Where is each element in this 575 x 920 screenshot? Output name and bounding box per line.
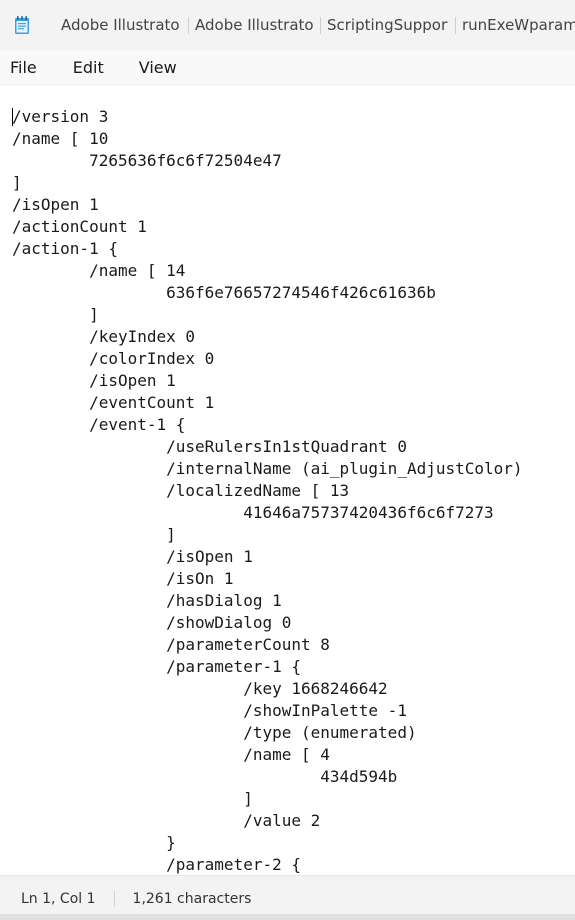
tab-bar: Adobe Illustrator Adobe Illustrator Scri…: [0, 0, 575, 50]
menu-edit[interactable]: Edit: [73, 54, 104, 81]
character-count: 1,261 characters: [132, 890, 252, 907]
menu-bar: File Edit View: [0, 50, 575, 85]
text-caret: [12, 108, 13, 126]
editor-content[interactable]: /version 3 /name [ 10 7265636f6c6f72504e…: [12, 106, 523, 875]
tab-label: runExeWparameters: [462, 16, 575, 34]
notepad-window: Adobe Illustrator Adobe Illustrator Scri…: [0, 0, 575, 920]
tab-label: ScriptingSupport.aip: [327, 16, 448, 34]
window-bottom-edge: [0, 914, 575, 920]
tab-scripting-support[interactable]: ScriptingSupport.aip: [327, 0, 462, 50]
tab-label: Adobe Illustrator: [195, 16, 313, 34]
tab-label: Adobe Illustrator: [61, 16, 181, 34]
cursor-position: Ln 1, Col 1: [21, 890, 96, 907]
menu-view[interactable]: View: [139, 54, 177, 81]
text-editor[interactable]: /version 3 /name [ 10 7265636f6c6f72504e…: [0, 85, 575, 875]
status-divider: [113, 890, 115, 907]
menu-file[interactable]: File: [10, 54, 37, 81]
tab-adobe-illustrator-1[interactable]: Adobe Illustrator: [51, 0, 195, 50]
tab-adobe-illustrator-2[interactable]: Adobe Illustrator: [195, 0, 327, 50]
notepad-icon: [13, 14, 31, 36]
tab-run-exe-wparameters[interactable]: runExeWparameters: [462, 0, 575, 50]
